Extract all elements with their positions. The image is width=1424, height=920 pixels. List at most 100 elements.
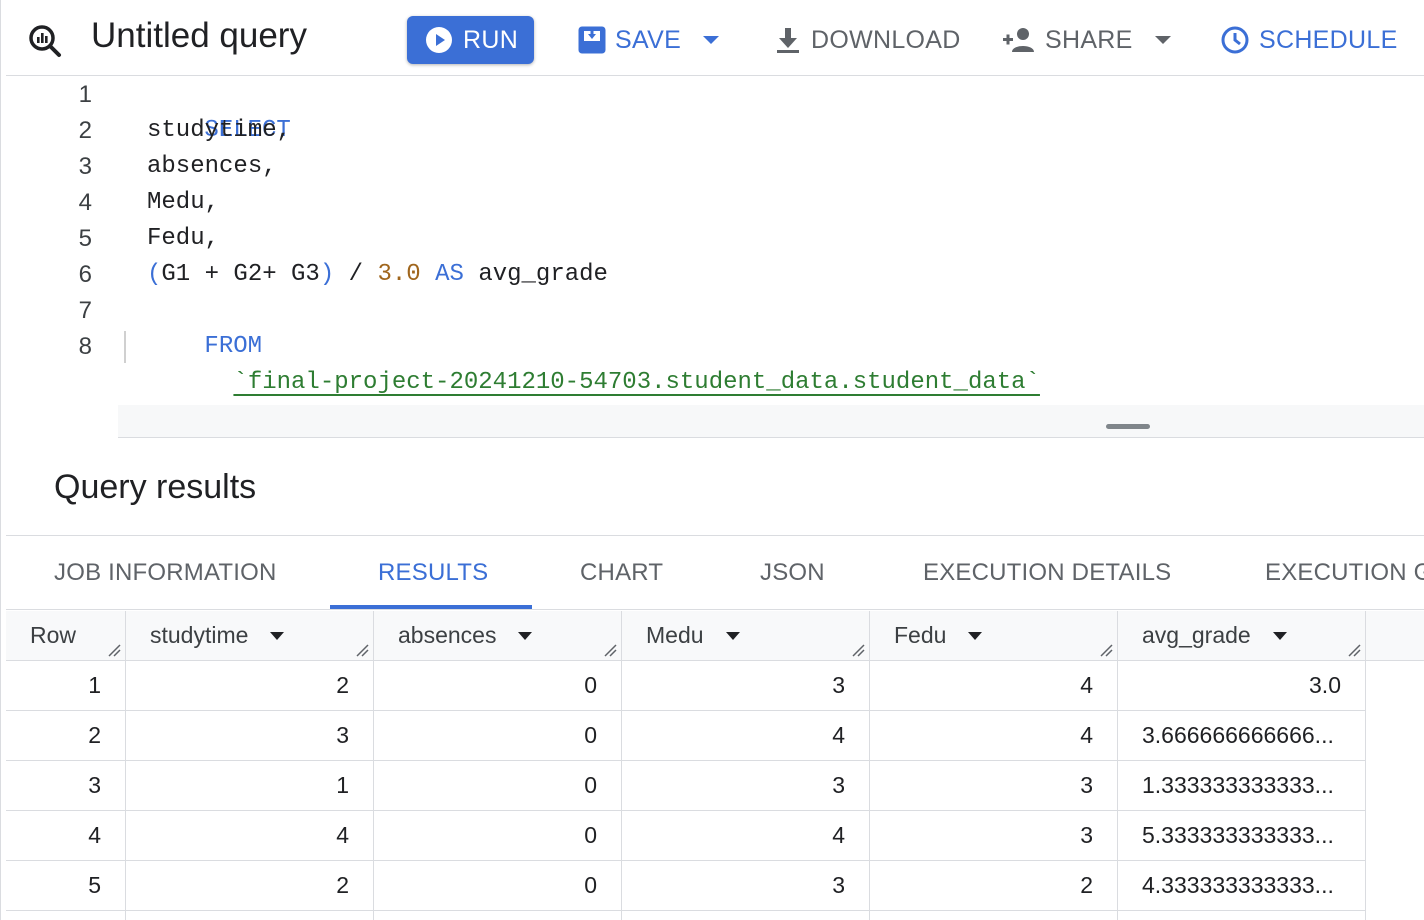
- sort-caret-icon[interactable]: [518, 631, 533, 640]
- column-resize-icon[interactable]: [108, 644, 121, 657]
- medu-cell[interactable]: [622, 911, 870, 920]
- table-reference[interactable]: `final-project-20241210-54703.student_da…: [233, 369, 1040, 396]
- schedule-button[interactable]: SCHEDULE: [1220, 20, 1398, 60]
- column-header-fedu[interactable]: Fedu: [870, 611, 1118, 660]
- tab-chart[interactable]: CHART: [580, 537, 663, 609]
- medu-cell[interactable]: 4: [622, 711, 870, 760]
- column-header-medu[interactable]: Medu: [622, 611, 870, 660]
- person-add-icon: [1003, 28, 1034, 52]
- code-area[interactable]: SELECT studytime, absences, Medu, Fedu, …: [118, 77, 1424, 405]
- code-line-7: FROM: [118, 293, 262, 360]
- column-header-avg-grade[interactable]: avg_grade: [1118, 611, 1366, 660]
- column-resize-icon[interactable]: [1100, 644, 1113, 657]
- code-line-2: studytime,: [147, 117, 292, 144]
- table-row[interactable]: 5 2 0 3 2 4.333333333333...: [6, 861, 1366, 911]
- code-line-1: SELECT: [118, 77, 290, 144]
- studytime-cell[interactable]: 2: [126, 661, 374, 710]
- fedu-cell[interactable]: 2: [870, 861, 1118, 910]
- table-header-row: Row studytime absences Medu Fedu avg_gra…: [6, 611, 1424, 661]
- table-row[interactable]: 1 2 0 3 4 3.0: [6, 661, 1366, 711]
- share-button[interactable]: SHARE: [1002, 20, 1171, 60]
- sort-caret-icon[interactable]: [270, 631, 285, 640]
- sort-caret-icon[interactable]: [1272, 631, 1287, 640]
- absences-cell[interactable]: 0: [374, 811, 622, 860]
- medu-cell[interactable]: 3: [622, 661, 870, 710]
- as-keyword: AS: [435, 261, 464, 288]
- avg-grade-cell[interactable]: 1.333333333333...: [1118, 761, 1366, 810]
- avg-grade-cell[interactable]: 5.333333333333...: [1118, 811, 1366, 860]
- code-line-5: Fedu,: [147, 225, 220, 252]
- table-row[interactable]: 2 3 0 4 4 3.666666666666...: [6, 711, 1366, 761]
- download-label: DOWNLOAD: [811, 25, 961, 54]
- column-header-label: Medu: [646, 622, 704, 648]
- tab-execution-graph[interactable]: EXECUTION G: [1265, 537, 1424, 609]
- save-dropdown-caret-icon[interactable]: [703, 36, 720, 44]
- absences-cell[interactable]: 0: [374, 661, 622, 710]
- column-resize-icon[interactable]: [852, 644, 865, 657]
- column-resize-icon[interactable]: [1348, 644, 1361, 657]
- fedu-cell[interactable]: 3: [870, 811, 1118, 860]
- share-label: SHARE: [1045, 25, 1133, 54]
- sort-caret-icon[interactable]: [725, 631, 740, 640]
- column-header-label: Fedu: [894, 622, 947, 648]
- absences-cell[interactable]: 0: [374, 761, 622, 810]
- grade-expression: G1 + G2+ G3: [161, 261, 320, 288]
- row-number-cell: 5: [6, 861, 126, 910]
- medu-cell[interactable]: 4: [622, 811, 870, 860]
- medu-cell[interactable]: 3: [622, 761, 870, 810]
- avg-grade-cell[interactable]: 3.666666666666...: [1118, 711, 1366, 760]
- tab-execution-details[interactable]: EXECUTION DETAILS: [923, 537, 1171, 609]
- studytime-cell[interactable]: 3: [126, 711, 374, 760]
- studytime-cell[interactable]: 2: [126, 861, 374, 910]
- share-dropdown-caret-icon[interactable]: [1154, 36, 1171, 44]
- column-resize-icon[interactable]: [604, 644, 617, 657]
- tab-results[interactable]: RESULTS: [378, 537, 488, 609]
- avg-grade-cell[interactable]: 3.0: [1118, 661, 1366, 710]
- studytime-cell[interactable]: 1: [126, 761, 374, 810]
- clock-icon: [1221, 26, 1249, 54]
- save-label: SAVE: [615, 25, 682, 54]
- row-number-cell: [6, 911, 126, 920]
- avg-grade-cell[interactable]: [1118, 911, 1366, 920]
- table-row[interactable]: 4 4 0 4 3 5.333333333333...: [6, 811, 1366, 861]
- column-header-label: Row: [30, 622, 77, 648]
- absences-cell[interactable]: [374, 911, 622, 920]
- absences-cell[interactable]: 0: [374, 861, 622, 910]
- column-header-row[interactable]: Row: [6, 611, 126, 660]
- row-number-cell: 1: [6, 661, 126, 710]
- sort-caret-icon[interactable]: [968, 631, 983, 640]
- tab-json[interactable]: JSON: [760, 537, 825, 609]
- line-number: 3: [78, 153, 92, 180]
- save-button[interactable]: SAVE: [578, 20, 720, 60]
- download-icon: [777, 28, 799, 53]
- download-button[interactable]: DOWNLOAD: [774, 20, 961, 60]
- medu-cell[interactable]: 3: [622, 861, 870, 910]
- table-row[interactable]: [6, 911, 1366, 920]
- tab-job-information[interactable]: JOB INFORMATION: [54, 537, 277, 609]
- studytime-cell[interactable]: [126, 911, 374, 920]
- absences-cell[interactable]: 0: [374, 711, 622, 760]
- studytime-cell[interactable]: 4: [126, 811, 374, 860]
- divide-operator: /: [334, 261, 378, 288]
- column-header-label: studytime: [150, 622, 249, 648]
- schedule-label: SCHEDULE: [1259, 25, 1398, 54]
- avg-grade-cell[interactable]: 4.333333333333...: [1118, 861, 1366, 910]
- column-resize-icon[interactable]: [356, 644, 369, 657]
- sql-editor[interactable]: 1 2 3 4 5 6 7 8 SELECT studytime, absenc…: [6, 77, 1424, 405]
- results-header: Query results: [6, 439, 1424, 536]
- column-header-studytime[interactable]: studytime: [126, 611, 374, 660]
- fedu-cell[interactable]: 4: [870, 711, 1118, 760]
- number-literal: 3.0: [377, 261, 421, 288]
- close-paren: ): [319, 261, 335, 288]
- column-header-absences[interactable]: absences: [374, 611, 622, 660]
- editor-resize-bar: [6, 405, 1424, 438]
- run-button[interactable]: RUN: [407, 16, 534, 64]
- results-tabs: JOB INFORMATION RESULTS CHART JSON EXECU…: [6, 537, 1424, 610]
- fedu-cell[interactable]: 4: [870, 661, 1118, 710]
- query-title[interactable]: Untitled query: [91, 16, 307, 56]
- fedu-cell[interactable]: 3: [870, 761, 1118, 810]
- play-circle-icon: [426, 27, 452, 53]
- resize-drag-handle[interactable]: [1106, 424, 1150, 429]
- table-row[interactable]: 3 1 0 3 3 1.333333333333...: [6, 761, 1366, 811]
- fedu-cell[interactable]: [870, 911, 1118, 920]
